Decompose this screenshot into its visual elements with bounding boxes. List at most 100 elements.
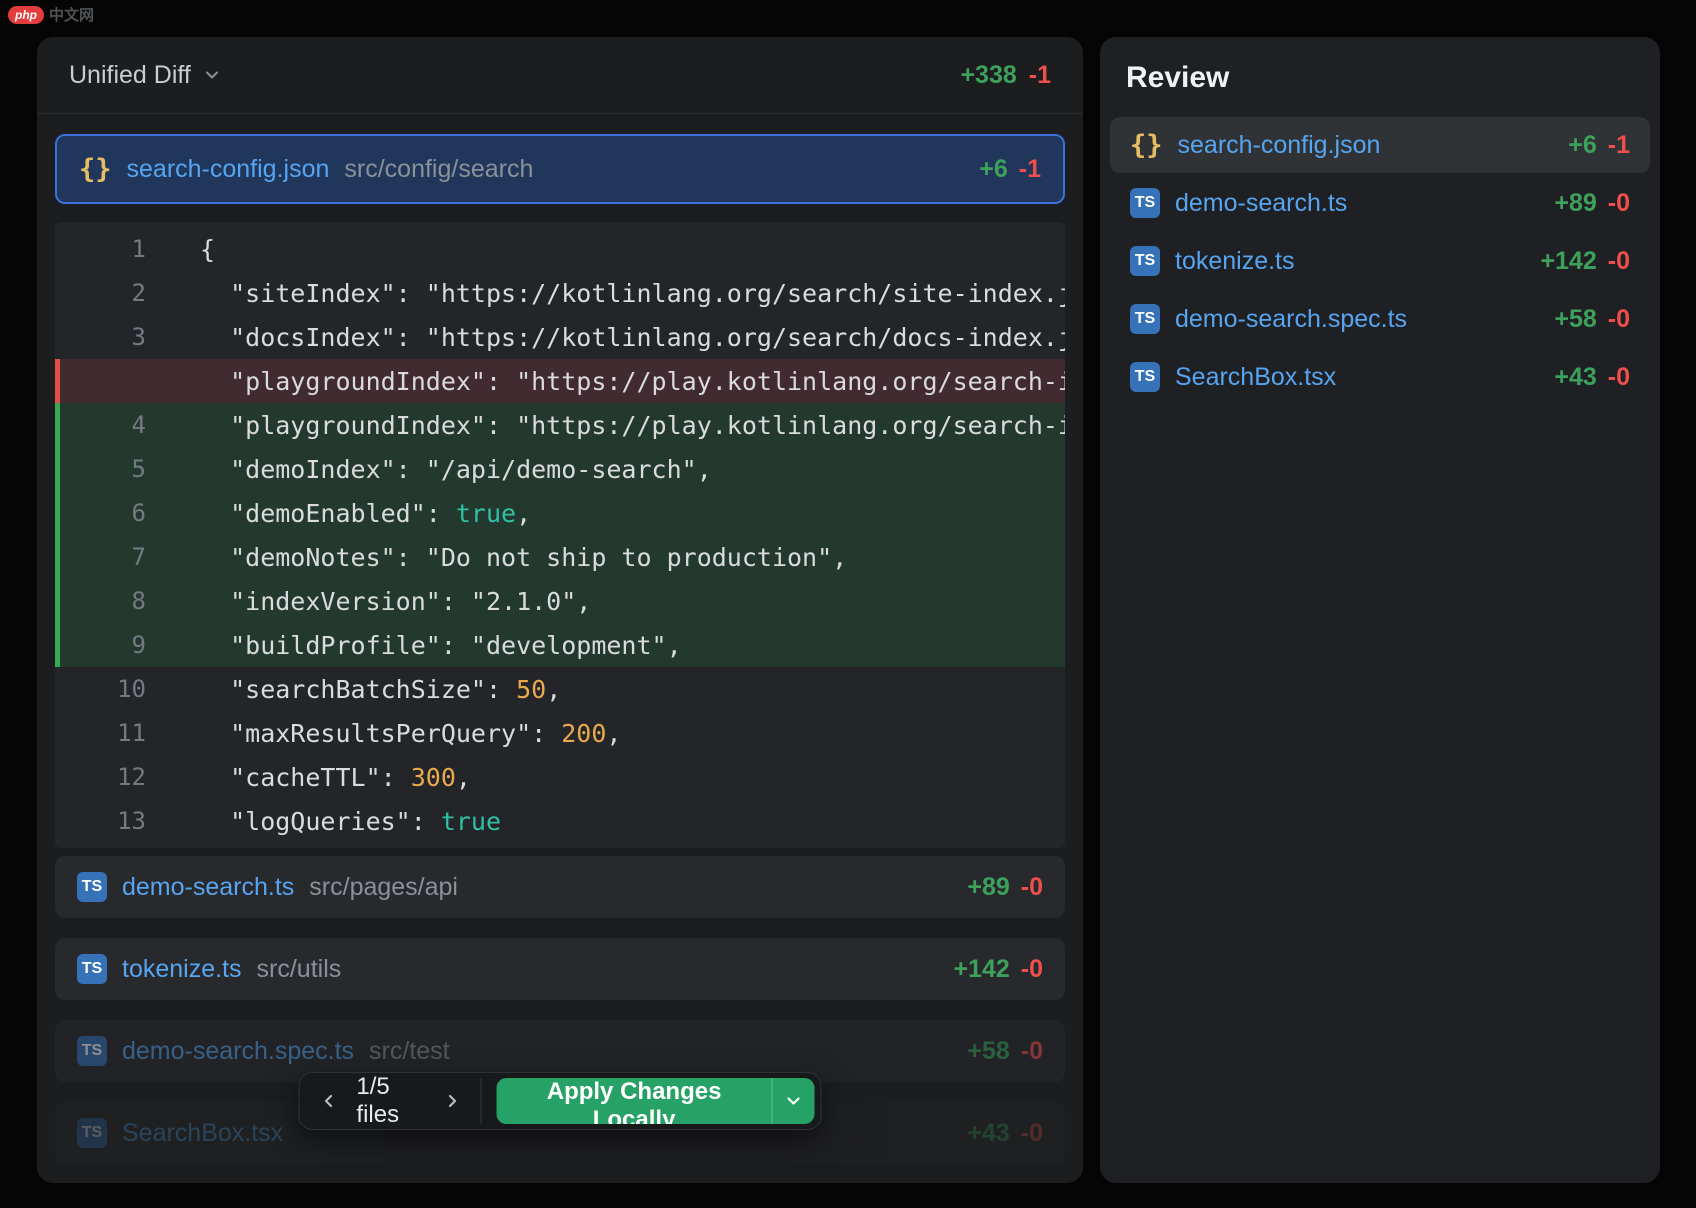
diff-stats: +142 -0 — [1540, 247, 1630, 276]
code-text: "buildProfile": "development", — [200, 631, 1065, 660]
diff-stats: +58-0 — [1554, 305, 1630, 334]
code-line: 9 "buildProfile": "development", — [55, 623, 1065, 667]
code-text: "playgroundIndex": "https://play.kotlinl… — [200, 367, 1065, 396]
apply-options-button[interactable] — [771, 1078, 814, 1124]
code-text: "cacheTTL": 300, — [200, 763, 1065, 792]
review-file-searchbox-tsx[interactable]: TS SearchBox.tsx +43 -0 — [1110, 349, 1650, 405]
site-watermark: php 中文网 — [8, 4, 94, 25]
total-removed-count: -1 — [1029, 61, 1051, 90]
line-number: 1 — [60, 235, 186, 263]
diff-stats: +6 -1 — [979, 155, 1041, 184]
line-number: 2 — [60, 279, 186, 307]
removed-count: -0 — [1021, 1037, 1043, 1066]
file-path: src/pages/api — [309, 873, 458, 902]
diff-edge-bar — [55, 359, 60, 403]
file-name: SearchBox.tsx — [122, 1119, 283, 1148]
php-logo: php — [8, 6, 44, 24]
file-path: src/utils — [257, 955, 342, 984]
line-number: 6 — [60, 499, 186, 527]
code-line: 7 "demoNotes": "Do not ship to productio… — [55, 535, 1065, 579]
code-line: 6 "demoEnabled": true, — [55, 491, 1065, 535]
code-text: { — [200, 235, 1065, 264]
next-file-button[interactable] — [435, 1079, 470, 1123]
typescript-icon: TS — [1130, 362, 1160, 392]
code-line: 3 "docsIndex": "https://kotlinlang.org/s… — [55, 315, 1065, 359]
line-number: 4 — [60, 411, 186, 439]
code-text: "demoEnabled": true, — [200, 499, 1065, 528]
apply-changes-button[interactable]: Apply Changes Locally — [497, 1078, 771, 1124]
review-title: Review — [1126, 61, 1650, 95]
added-count: +58 — [1554, 305, 1596, 334]
removed-count: -0 — [1021, 955, 1043, 984]
diff-stats: +89-0 — [967, 873, 1043, 902]
removed-count: -0 — [1608, 189, 1630, 218]
added-count: +142 — [1540, 247, 1596, 276]
code-text: "indexVersion": "2.1.0", — [200, 587, 1065, 616]
typescript-icon: TS — [77, 1118, 107, 1148]
diff-panel: Unified Diff +338 -1 {} search-config.js… — [37, 37, 1083, 1183]
review-file-list: {}search-config.json+6-1TSdemo-search.ts… — [1110, 117, 1650, 405]
line-number: 3 — [60, 323, 186, 351]
file-path: src/config/search — [344, 155, 533, 184]
code-text: "docsIndex": "https://kotlinlang.org/sea… — [200, 323, 1065, 352]
code-line: 10 "searchBatchSize": 50, — [55, 667, 1065, 711]
json-icon: {} — [79, 154, 112, 185]
file-card-tokenize-ts[interactable]: TS tokenize.ts src/utils +142-0 — [55, 938, 1065, 1000]
code-line: "playgroundIndex": "https://play.kotlinl… — [55, 359, 1065, 403]
code-text: "searchBatchSize": 50, — [200, 675, 1065, 704]
typescript-icon: TS — [77, 1036, 107, 1066]
code-line: 2 "siteIndex": "https://kotlinlang.org/s… — [55, 271, 1065, 315]
review-file-search-config-json[interactable]: {}search-config.json+6-1 — [1110, 117, 1650, 173]
added-count: +6 — [1568, 131, 1597, 160]
file-name: SearchBox.tsx — [1175, 363, 1336, 392]
code-line: 12 "cacheTTL": 300, — [55, 755, 1065, 799]
code-line: 11 "maxResultsPerQuery": 200, — [55, 711, 1065, 755]
diff-body: {} search-config.json src/config/search … — [37, 114, 1083, 1183]
review-file-demo-search-spec-ts[interactable]: TS demo-search.spec.ts +58-0 — [1110, 291, 1650, 347]
typescript-icon: TS — [77, 872, 107, 902]
chevron-down-icon — [783, 1091, 803, 1111]
file-name: demo-search.spec.ts — [1175, 305, 1407, 334]
apply-split-button: Apply Changes Locally — [497, 1078, 815, 1124]
line-number: 7 — [60, 543, 186, 571]
prev-file-button[interactable] — [312, 1079, 347, 1123]
review-file-demo-search-ts[interactable]: TS demo-search.ts +89-0 — [1110, 175, 1650, 231]
code-line: 5 "demoIndex": "/api/demo-search", — [55, 447, 1065, 491]
removed-count: -0 — [1608, 363, 1630, 392]
removed-count: -1 — [1608, 131, 1630, 160]
diff-mode-selector[interactable]: Unified Diff — [69, 61, 222, 90]
code-text: "demoNotes": "Do not ship to production"… — [200, 543, 1065, 572]
removed-count: -0 — [1608, 247, 1630, 276]
diff-stats: +89-0 — [1554, 189, 1630, 218]
review-file-tokenize-ts[interactable]: TStokenize.ts+142-0 — [1110, 233, 1650, 289]
file-name: demo-search.spec.ts — [122, 1037, 354, 1066]
file-card-search-config-json[interactable]: {} search-config.json src/config/search … — [55, 134, 1065, 204]
diff-stats: +142-0 — [953, 955, 1043, 984]
file-card-demo-search-ts[interactable]: TSdemo-search.tssrc/pages/api+89-0 — [55, 856, 1065, 918]
typescript-icon: TS — [1130, 188, 1160, 218]
code-text: "demoIndex": "/api/demo-search", — [200, 455, 1065, 484]
file-path: src/test — [369, 1037, 450, 1066]
file-name: tokenize.ts — [122, 955, 242, 984]
json-icon: {} — [1130, 130, 1163, 161]
added-count: +43 — [1554, 363, 1596, 392]
code-line: 1{ — [55, 227, 1065, 271]
removed-count: -1 — [1019, 155, 1041, 184]
diff-stats: +43 -0 — [967, 1119, 1043, 1148]
typescript-icon: TS — [77, 954, 107, 984]
added-count: +43 — [967, 1119, 1009, 1148]
file-name: demo-search.ts — [1175, 189, 1347, 218]
typescript-icon: TS — [1130, 304, 1160, 334]
code-text: "siteIndex": "https://kotlinlang.org/sea… — [200, 279, 1065, 308]
chevron-down-icon — [202, 65, 222, 85]
file-pager-label: 1/5 files — [346, 1073, 435, 1129]
code-line: 13 "logQueries": true — [55, 799, 1065, 843]
typescript-icon: TS — [1130, 246, 1160, 276]
removed-count: -0 — [1021, 873, 1043, 902]
file-name: search-config.json — [127, 155, 330, 184]
diff-mode-label: Unified Diff — [69, 61, 191, 90]
code-text: "logQueries": true — [200, 807, 1065, 836]
line-number: 12 — [60, 763, 186, 791]
removed-count: -0 — [1021, 1119, 1043, 1148]
divider — [480, 1078, 481, 1124]
